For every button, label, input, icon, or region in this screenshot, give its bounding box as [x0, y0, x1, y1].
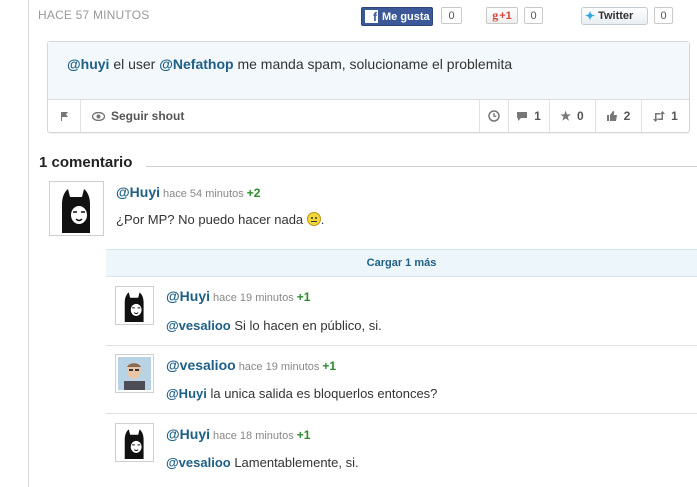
follow-shout-label: Seguir shout	[111, 109, 185, 123]
shout-text-part: el user	[109, 56, 160, 72]
batman-avatar-image	[52, 184, 101, 233]
reply-time: hace 18 minutos	[213, 430, 294, 442]
shout-text: @huyi el user @Nefathop me manda spam, s…	[67, 56, 512, 72]
comments-count: 1	[534, 109, 541, 123]
reply-text: @vesalioo Si lo hacen en público, si.	[166, 318, 382, 333]
gplus-icon: g	[492, 8, 499, 22]
reply-divider	[106, 345, 697, 346]
favorite-button[interactable]: ★ 0	[549, 100, 595, 132]
report-button[interactable]	[48, 100, 80, 132]
reply-text: @vesalioo Lamentablemente, si.	[166, 455, 359, 470]
shout-card: @huyi el user @Nefathop me manda spam, s…	[47, 41, 690, 133]
avatar[interactable]	[115, 354, 154, 393]
gplus-count: 0	[524, 7, 543, 24]
time-button[interactable]	[479, 100, 508, 132]
reply-text-body: Lamentablemente, si.	[230, 455, 359, 470]
facebook-count: 0	[441, 7, 462, 24]
follow-shout-button[interactable]: Seguir shout	[92, 100, 242, 132]
reply-text-body: Si lo hacen en público, si.	[230, 318, 382, 333]
twitter-button[interactable]: ✦ Twitter	[581, 7, 648, 25]
twitter-label: Twitter	[598, 10, 634, 22]
batman-avatar-image	[118, 289, 151, 322]
avatar[interactable]	[49, 181, 104, 236]
flag-icon	[61, 111, 68, 121]
comments-count-button[interactable]: 1	[508, 100, 549, 132]
reply-text: @Huyi la unica salida es bloquerlos ento…	[166, 386, 437, 401]
twitter-count: 0	[654, 7, 673, 24]
reshout-button[interactable]: 1	[641, 100, 689, 132]
comment-time: hace 54 minutos	[163, 188, 244, 200]
favorites-count: 0	[577, 109, 584, 123]
like-button[interactable]: 2	[595, 100, 641, 132]
reply-text-body: la unica salida es bloquerlos entonces?	[206, 386, 438, 401]
comment-text-body: ¿Por MP? No puedo hacer nada	[116, 212, 307, 227]
comments-title-divider	[146, 166, 697, 167]
reply-author[interactable]: @vesalioo	[166, 357, 236, 373]
mention-link[interactable]: @Nefathop	[159, 56, 233, 72]
likes-count: 2	[623, 109, 631, 123]
shout-actions-bar: Seguir shout 1 ★ 0 2 1	[48, 100, 689, 132]
reply-author[interactable]: @Huyi	[166, 288, 210, 304]
facebook-like-label: Me gusta	[382, 10, 430, 23]
comment-icon	[517, 111, 528, 121]
star-icon: ★	[560, 109, 572, 123]
retweet-icon	[653, 110, 666, 122]
shout-text-part: me manda spam, solucioname el problemita	[233, 56, 513, 72]
reply-time: hace 19 minutos	[238, 361, 320, 373]
mention-link[interactable]: @huyi	[67, 56, 109, 72]
mention-link[interactable]: @vesalioo	[166, 455, 231, 470]
facebook-like-button[interactable]: f Me gusta	[361, 7, 433, 26]
comment-text: ¿Por MP? No puedo hacer nada .	[116, 212, 325, 227]
thumbs-up-icon	[606, 111, 617, 121]
reply-time: hace 19 minutos	[213, 292, 294, 304]
reply-divider	[106, 413, 697, 414]
bar-divider	[80, 100, 81, 132]
comment-author[interactable]: @Huyi	[116, 184, 160, 200]
avatar[interactable]	[115, 286, 154, 325]
reply-author[interactable]: @Huyi	[166, 426, 210, 442]
comment-meta: @Huyi hace 54 minutos +2	[116, 184, 260, 200]
reply-meta: @vesalioo hace 19 minutos +1	[166, 357, 336, 373]
left-divider	[28, 0, 29, 487]
reply-meta: @Huyi hace 19 minutos +1	[166, 288, 310, 304]
reply-meta: @Huyi hace 18 minutos +1	[166, 426, 310, 442]
shout-body: @huyi el user @Nefathop me manda spam, s…	[48, 42, 689, 100]
clock-icon	[487, 110, 500, 122]
smiley-emoticon	[306, 212, 321, 226]
comments-title: 1 comentario	[39, 154, 133, 171]
load-more-button[interactable]: Cargar 1 más	[106, 249, 697, 277]
reply-votes: +1	[296, 428, 311, 442]
twitter-bird-icon: ✦	[585, 9, 596, 23]
reply-votes: +1	[322, 359, 337, 373]
photo-avatar-image	[118, 357, 151, 390]
mention-link[interactable]: @Huyi	[166, 386, 207, 401]
reshouts-count: 1	[671, 109, 678, 123]
mention-link[interactable]: @vesalioo	[166, 318, 231, 333]
gplus-button[interactable]: g +1	[486, 7, 518, 24]
shout-time: HACE 57 MINUTOS	[38, 8, 150, 22]
eye-icon	[92, 111, 105, 121]
batman-avatar-image	[118, 426, 151, 459]
facebook-icon: f	[365, 10, 378, 23]
comment-votes: +2	[246, 186, 261, 200]
reply-votes: +1	[296, 290, 311, 304]
avatar[interactable]	[115, 423, 154, 462]
gplus-label: +1	[499, 9, 512, 22]
